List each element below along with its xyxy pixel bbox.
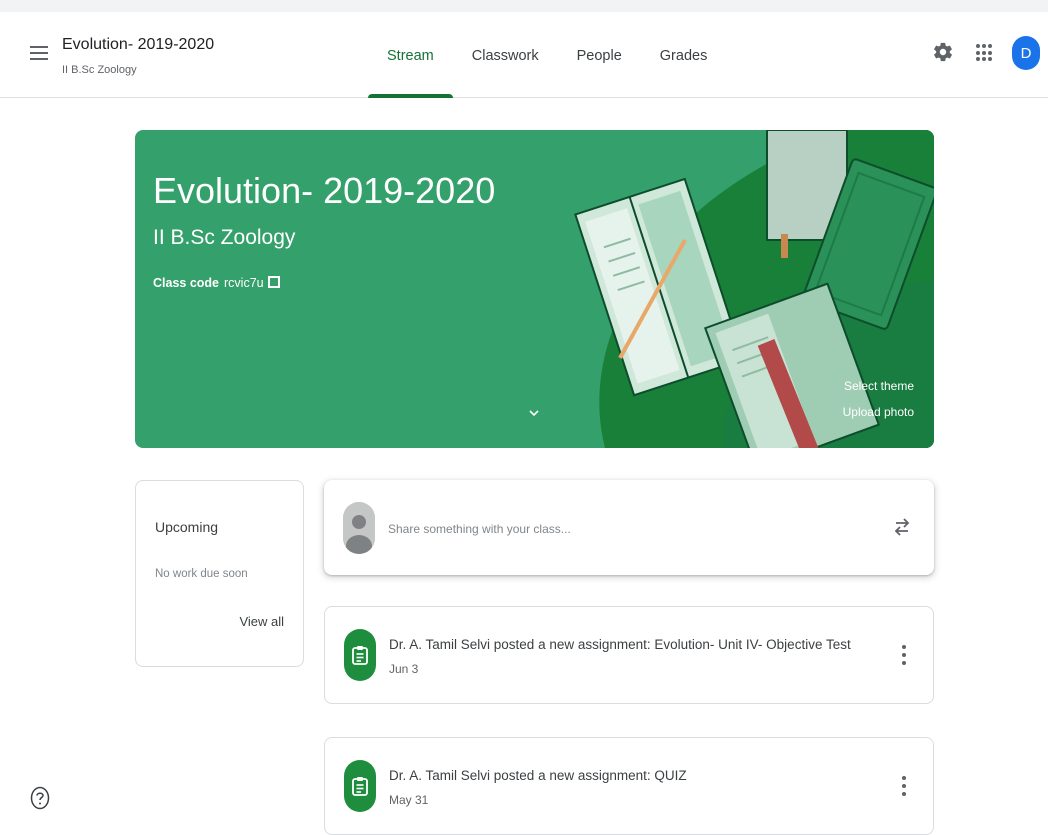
banner-title: Evolution- 2019-2020 [153,170,496,211]
view-all-link[interactable]: View all [239,614,284,629]
user-avatar-icon [343,502,375,554]
help-icon[interactable] [30,786,50,810]
tab-stream[interactable]: Stream [368,0,453,98]
banner-subtitle: II B.Sc Zoology [153,226,296,249]
assignment-icon [344,760,376,812]
upcoming-empty-text: No work due soon [155,568,248,580]
class-tabs: Stream Classwork People Grades [368,0,726,98]
upcoming-card: Upcoming No work due soon View all [135,480,304,667]
fullscreen-icon[interactable] [267,276,280,288]
class-code: Class code rcvic7u [153,276,280,290]
course-title[interactable]: Evolution- 2019-2020 [62,36,214,54]
assignment-icon [344,629,376,681]
assignment-post[interactable]: Dr. A. Tamil Selvi posted a new assignme… [324,737,934,835]
tab-people[interactable]: People [558,0,641,98]
class-code-value: rcvic7u [224,276,264,290]
tab-grades[interactable]: Grades [641,0,727,98]
select-theme-link[interactable]: Select theme [844,379,914,393]
share-placeholder[interactable]: Share something with your class... [388,522,571,536]
books-illustration [574,130,934,448]
assignment-post[interactable]: Dr. A. Tamil Selvi posted a new assignme… [324,606,934,704]
more-options-icon[interactable] [901,645,907,667]
tab-classwork[interactable]: Classwork [453,0,558,98]
post-title[interactable]: Dr. A. Tamil Selvi posted a new assignme… [389,637,851,652]
apps-grid-icon[interactable] [976,44,994,62]
repost-icon[interactable] [892,514,912,540]
post-date: Jun 3 [389,662,419,676]
post-date: May 31 [389,793,429,807]
upcoming-title: Upcoming [155,519,219,535]
hamburger-menu-icon[interactable] [30,46,48,60]
upload-photo-link[interactable]: Upload photo [843,405,914,419]
top-app-bar: Evolution- 2019-2020 II B.Sc Zoology Str… [0,0,1048,98]
gear-icon[interactable] [932,41,954,63]
chevron-down-icon[interactable] [527,406,541,420]
post-title[interactable]: Dr. A. Tamil Selvi posted a new assignme… [389,768,687,783]
course-subtitle: II B.Sc Zoology [62,64,137,76]
class-code-label: Class code [153,276,220,290]
account-avatar[interactable]: D [1012,36,1040,70]
share-box[interactable]: Share something with your class... [324,480,934,575]
class-banner: Evolution- 2019-2020 II B.Sc Zoology Cla… [135,130,934,448]
more-options-icon[interactable] [901,776,907,798]
